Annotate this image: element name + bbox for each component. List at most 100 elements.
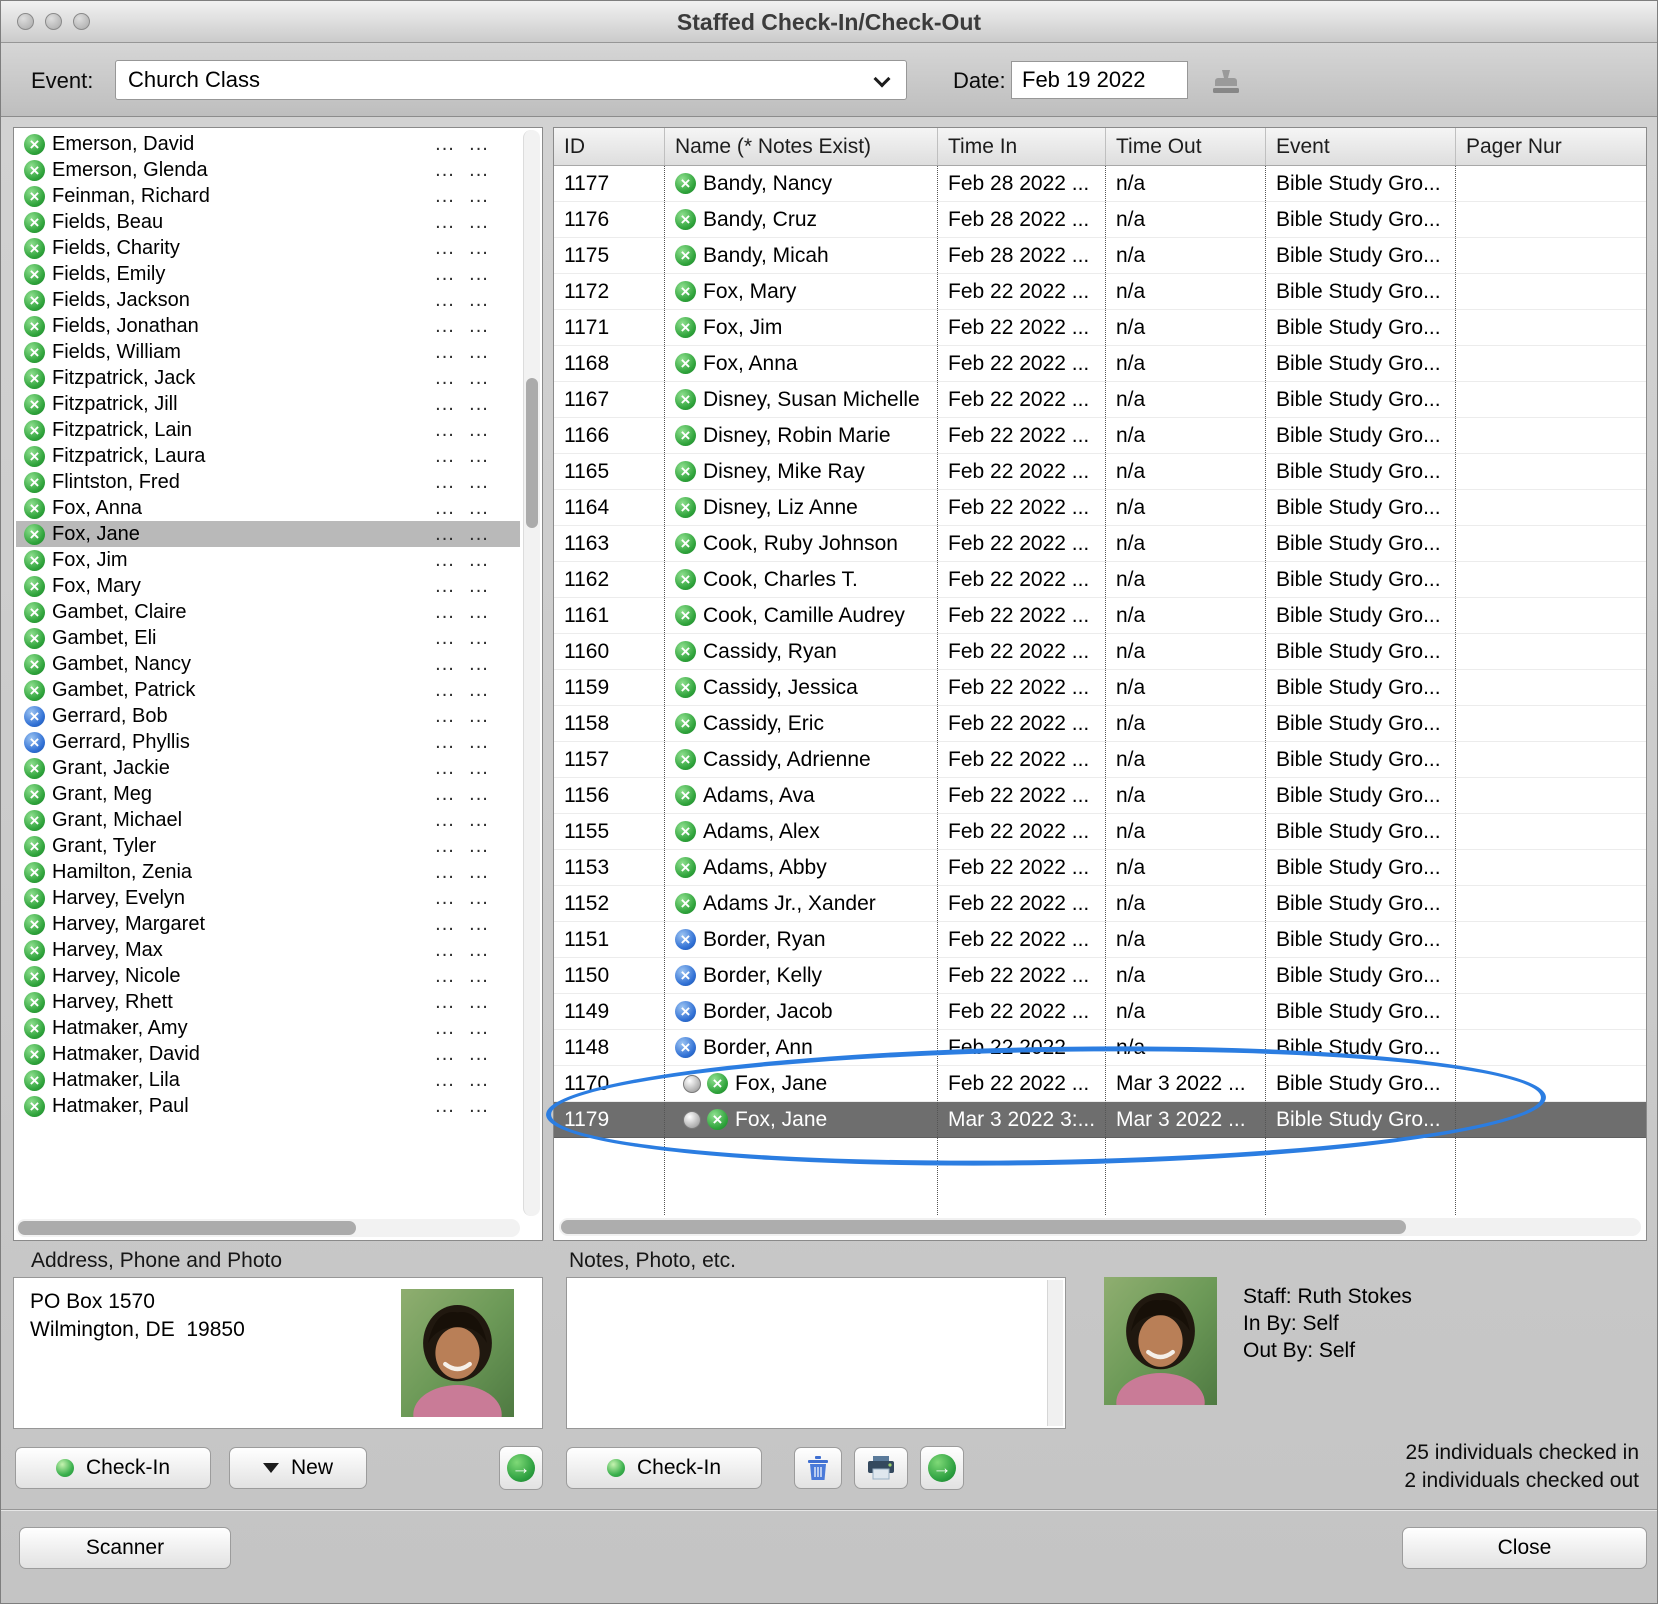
row-options-button[interactable]: ... <box>428 783 462 806</box>
table-row[interactable]: 1167 Disney, Susan Michelle Feb 22 2022 … <box>554 382 1646 418</box>
row-options-button[interactable]: ... <box>428 913 462 936</box>
row-options-button[interactable]: ... <box>462 783 496 806</box>
row-options-button[interactable]: ... <box>462 445 496 468</box>
roster-row[interactable]: Fields, Jonathan ... ... <box>16 313 520 339</box>
roster-go-button[interactable] <box>499 1446 543 1490</box>
roster-row[interactable]: Fox, Mary ... ... <box>16 573 520 599</box>
table-row[interactable]: 1151 Border, Ryan Feb 22 2022 ... n/a Bi… <box>554 922 1646 958</box>
roster-row[interactable]: Hatmaker, David ... ... <box>16 1041 520 1067</box>
table-row[interactable]: 1168 Fox, Anna Feb 22 2022 ... n/a Bible… <box>554 346 1646 382</box>
roster-row[interactable]: Fitzpatrick, Jill ... ... <box>16 391 520 417</box>
row-options-button[interactable]: ... <box>428 1043 462 1066</box>
row-options-button[interactable]: ... <box>428 861 462 884</box>
roster-row[interactable]: Feinman, Richard ... ... <box>16 183 520 209</box>
table-horizontal-scrollbar-thumb[interactable] <box>561 1220 1406 1234</box>
row-options-button[interactable]: ... <box>462 705 496 728</box>
row-options-button[interactable]: ... <box>462 731 496 754</box>
row-options-button[interactable]: ... <box>462 211 496 234</box>
row-options-button[interactable]: ... <box>462 133 496 156</box>
row-options-button[interactable]: ... <box>462 965 496 988</box>
row-options-button[interactable]: ... <box>462 159 496 182</box>
close-button[interactable]: Close <box>1402 1527 1647 1569</box>
roster-row[interactable]: Gerrard, Phyllis ... ... <box>16 729 520 755</box>
roster-row[interactable]: Gambet, Eli ... ... <box>16 625 520 651</box>
roster-row[interactable]: Fitzpatrick, Laura ... ... <box>16 443 520 469</box>
roster-row[interactable]: Harvey, Rhett ... ... <box>16 989 520 1015</box>
roster-row[interactable]: Fox, Jim ... ... <box>16 547 520 573</box>
roster-row[interactable]: Gerrard, Bob ... ... <box>16 703 520 729</box>
row-options-button[interactable]: ... <box>428 679 462 702</box>
table-row[interactable]: 1149 Border, Jacob Feb 22 2022 ... n/a B… <box>554 994 1646 1030</box>
roster-row[interactable]: Gambet, Claire ... ... <box>16 599 520 625</box>
roster-row[interactable]: Harvey, Max ... ... <box>16 937 520 963</box>
row-options-button[interactable]: ... <box>428 367 462 390</box>
row-options-button[interactable]: ... <box>462 679 496 702</box>
row-options-button[interactable]: ... <box>428 627 462 650</box>
row-options-button[interactable]: ... <box>428 757 462 780</box>
roster-row[interactable]: Grant, Tyler ... ... <box>16 833 520 859</box>
roster-vertical-scrollbar-thumb[interactable] <box>526 378 538 528</box>
row-options-button[interactable]: ... <box>462 1069 496 1092</box>
table-row[interactable]: 1175 Bandy, Micah Feb 28 2022 ... n/a Bi… <box>554 238 1646 274</box>
row-options-button[interactable]: ... <box>462 497 496 520</box>
table-row[interactable]: 1163 Cook, Ruby Johnson Feb 22 2022 ... … <box>554 526 1646 562</box>
close-window-button[interactable] <box>17 13 34 30</box>
table-row[interactable]: 1172 Fox, Mary Feb 22 2022 ... n/a Bible… <box>554 274 1646 310</box>
row-options-button[interactable]: ... <box>428 523 462 546</box>
row-options-button[interactable]: ... <box>428 133 462 156</box>
table-row[interactable]: 1177 Bandy, Nancy Feb 28 2022 ... n/a Bi… <box>554 166 1646 202</box>
roster-row[interactable]: Hatmaker, Amy ... ... <box>16 1015 520 1041</box>
table-row[interactable]: 1158 Cassidy, Eric Feb 22 2022 ... n/a B… <box>554 706 1646 742</box>
row-options-button[interactable]: ... <box>428 159 462 182</box>
roster-horizontal-scrollbar-thumb[interactable] <box>18 1221 356 1235</box>
row-options-button[interactable]: ... <box>428 887 462 910</box>
row-options-button[interactable]: ... <box>428 471 462 494</box>
roster-row[interactable]: Emerson, David ... ... <box>16 131 520 157</box>
notes-scrollbar[interactable] <box>1047 1280 1063 1426</box>
row-options-button[interactable]: ... <box>428 393 462 416</box>
roster-row[interactable]: Fields, William ... ... <box>16 339 520 365</box>
row-options-button[interactable]: ... <box>462 939 496 962</box>
row-options-button[interactable]: ... <box>428 835 462 858</box>
row-options-button[interactable]: ... <box>428 991 462 1014</box>
roster-row[interactable]: Harvey, Evelyn ... ... <box>16 885 520 911</box>
row-options-button[interactable]: ... <box>462 809 496 832</box>
row-options-button[interactable]: ... <box>428 705 462 728</box>
table-row[interactable]: 1171 Fox, Jim Feb 22 2022 ... n/a Bible … <box>554 310 1646 346</box>
roster-row[interactable]: Gambet, Patrick ... ... <box>16 677 520 703</box>
row-options-button[interactable]: ... <box>428 549 462 572</box>
row-options-button[interactable]: ... <box>428 1095 462 1118</box>
roster-row[interactable]: Grant, Jackie ... ... <box>16 755 520 781</box>
table-row[interactable]: 1165 Disney, Mike Ray Feb 22 2022 ... n/… <box>554 454 1646 490</box>
row-options-button[interactable]: ... <box>462 653 496 676</box>
roster-vertical-scrollbar[interactable] <box>523 130 540 1216</box>
roster-row[interactable]: Fields, Beau ... ... <box>16 209 520 235</box>
table-column-header[interactable]: Pager Nur <box>1456 128 1646 165</box>
table-row[interactable]: 1152 Adams Jr., Xander Feb 22 2022 ... n… <box>554 886 1646 922</box>
roster-horizontal-scrollbar[interactable] <box>16 1219 520 1237</box>
row-options-button[interactable]: ... <box>462 627 496 650</box>
table-row[interactable]: 1176 Bandy, Cruz Feb 28 2022 ... n/a Bib… <box>554 202 1646 238</box>
table-go-button[interactable] <box>920 1446 964 1490</box>
delete-button[interactable] <box>794 1447 842 1489</box>
row-options-button[interactable]: ... <box>462 913 496 936</box>
row-options-button[interactable]: ... <box>428 289 462 312</box>
row-options-button[interactable]: ... <box>462 185 496 208</box>
row-options-button[interactable]: ... <box>462 341 496 364</box>
row-options-button[interactable]: ... <box>462 289 496 312</box>
table-column-header[interactable]: ID <box>554 128 665 165</box>
zoom-window-button[interactable] <box>73 13 90 30</box>
roster-row[interactable]: Fitzpatrick, Jack ... ... <box>16 365 520 391</box>
table-row[interactable]: 1170 Fox, Jane Feb 22 2022 ... Mar 3 202… <box>554 1066 1646 1102</box>
table-row[interactable]: 1160 Cassidy, Ryan Feb 22 2022 ... n/a B… <box>554 634 1646 670</box>
row-options-button[interactable]: ... <box>462 367 496 390</box>
row-options-button[interactable]: ... <box>428 263 462 286</box>
table-row[interactable]: 1179 Fox, Jane Mar 3 2022 3:... Mar 3 20… <box>554 1102 1646 1138</box>
roster-row[interactable]: Flintston, Fred ... ... <box>16 469 520 495</box>
row-options-button[interactable]: ... <box>428 965 462 988</box>
roster-row[interactable]: Fields, Emily ... ... <box>16 261 520 287</box>
roster-row[interactable]: Grant, Meg ... ... <box>16 781 520 807</box>
table-row[interactable]: 1161 Cook, Camille Audrey Feb 22 2022 ..… <box>554 598 1646 634</box>
table-row[interactable]: 1164 Disney, Liz Anne Feb 22 2022 ... n/… <box>554 490 1646 526</box>
row-options-button[interactable]: ... <box>428 1069 462 1092</box>
